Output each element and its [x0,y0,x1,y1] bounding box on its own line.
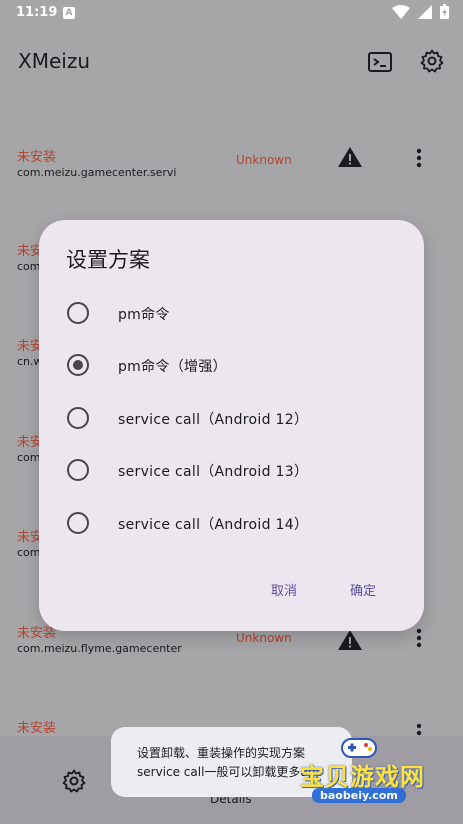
option-label: service call（Android 12） [118,412,309,428]
watermark-text: 宝贝游戏网 [300,763,425,791]
option-label: pm命令 [118,307,170,323]
confirm-button[interactable]: 确定 [350,580,376,599]
option-label: service call（Android 13） [118,464,309,480]
app-title: XMeizu [18,49,90,73]
package-name: com.meizu.gamecenter.servi [17,166,177,179]
signal-icon [418,4,432,19]
watermark: 宝贝游戏网 baobeiy.com [290,735,440,803]
more-vert-icon[interactable] [411,147,427,169]
option-label: service call（Android 14） [118,517,309,533]
option-service-call-android-13[interactable]: service call（Android 13） [39,444,424,496]
radio-button[interactable] [67,459,89,481]
radio-button[interactable] [67,512,89,534]
cancel-button[interactable]: 取消 [271,580,297,599]
settings-gear-icon[interactable] [62,769,86,793]
radio-button[interactable] [67,302,89,324]
watermark-url: baobeiy.com [312,788,406,803]
status-bar: 11:19 A [0,0,463,26]
dialog-title: 设置方案 [66,248,150,272]
wifi-icon [392,4,410,19]
option-service-call-android-12[interactable]: service call（Android 12） [39,392,424,444]
radio-button[interactable] [67,407,89,429]
battery-icon [440,4,449,19]
settings-gear-icon[interactable] [420,49,444,73]
install-state: 未安装 [17,721,57,736]
terminal-icon[interactable] [368,52,392,72]
option-pm-command[interactable]: pm命令 [39,287,424,339]
more-vert-icon[interactable] [411,627,427,649]
status-text: Unknown [236,631,292,645]
option-label: pm命令（增强） [118,359,227,375]
app-bar: XMeizu [0,26,463,96]
list-item[interactable]: 未安装 com.meizu.flyme.gamecenter Unknown [0,622,463,718]
warning-icon [338,147,362,167]
settings-scheme-dialog: 设置方案 pm命令 pm命令（增强） service call（Android … [39,220,424,631]
app-notification-icon: A [63,7,75,19]
option-pm-command-enhanced[interactable]: pm命令（增强） [39,339,424,391]
package-name: com.meizu.flyme.gamecenter [17,642,182,655]
status-time: 11:19 [16,5,58,20]
package-name: com [17,451,41,464]
package-name: com [17,546,41,559]
warning-icon [338,630,362,650]
status-text: Unknown [236,153,292,167]
option-service-call-android-14[interactable]: service call（Android 14） [39,497,424,549]
install-state: 未安装 [17,150,57,165]
radio-button-selected[interactable] [67,354,89,376]
